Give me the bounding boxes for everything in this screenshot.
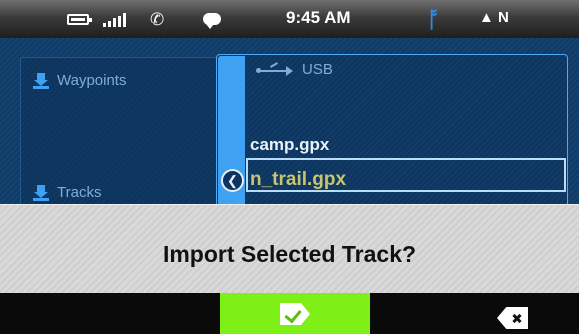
clock: 9:45 AM: [286, 8, 351, 27]
dialog-message: Import Selected Track?: [162, 241, 417, 267]
bluetooth-icon: ᚩ: [427, 7, 441, 32]
phone-icon: ✆: [150, 10, 165, 29]
file-item-label: n_trail.gpx: [250, 169, 347, 190]
usb-icon: [256, 61, 296, 77]
signal-icon: [103, 13, 133, 27]
compass-icon: ▲: [479, 9, 494, 26]
battery-icon: [67, 14, 92, 25]
download-icon: [33, 72, 49, 89]
chat-icon: [203, 13, 221, 29]
compass-indicator: ▲ N: [479, 0, 509, 38]
download-icon: [33, 184, 49, 201]
category-label: Waypoints: [57, 72, 127, 89]
category-waypoints[interactable]: Waypoints: [33, 72, 126, 89]
compass-label: N: [498, 9, 509, 26]
file-item[interactable]: camp.gpx: [250, 135, 329, 155]
status-bar: ✆ 9:45 AM ᚩ ▲ N: [0, 0, 579, 38]
location-header: USB: [256, 61, 333, 78]
import-dialog: Import Selected Track?: [0, 204, 579, 294]
location-label: USB: [302, 61, 333, 78]
back-arrow-icon[interactable]: ❮: [221, 169, 244, 192]
category-label: Tracks: [57, 184, 102, 201]
category-panel: Waypoints Tracks: [20, 57, 217, 209]
category-tracks[interactable]: Tracks: [33, 184, 101, 201]
